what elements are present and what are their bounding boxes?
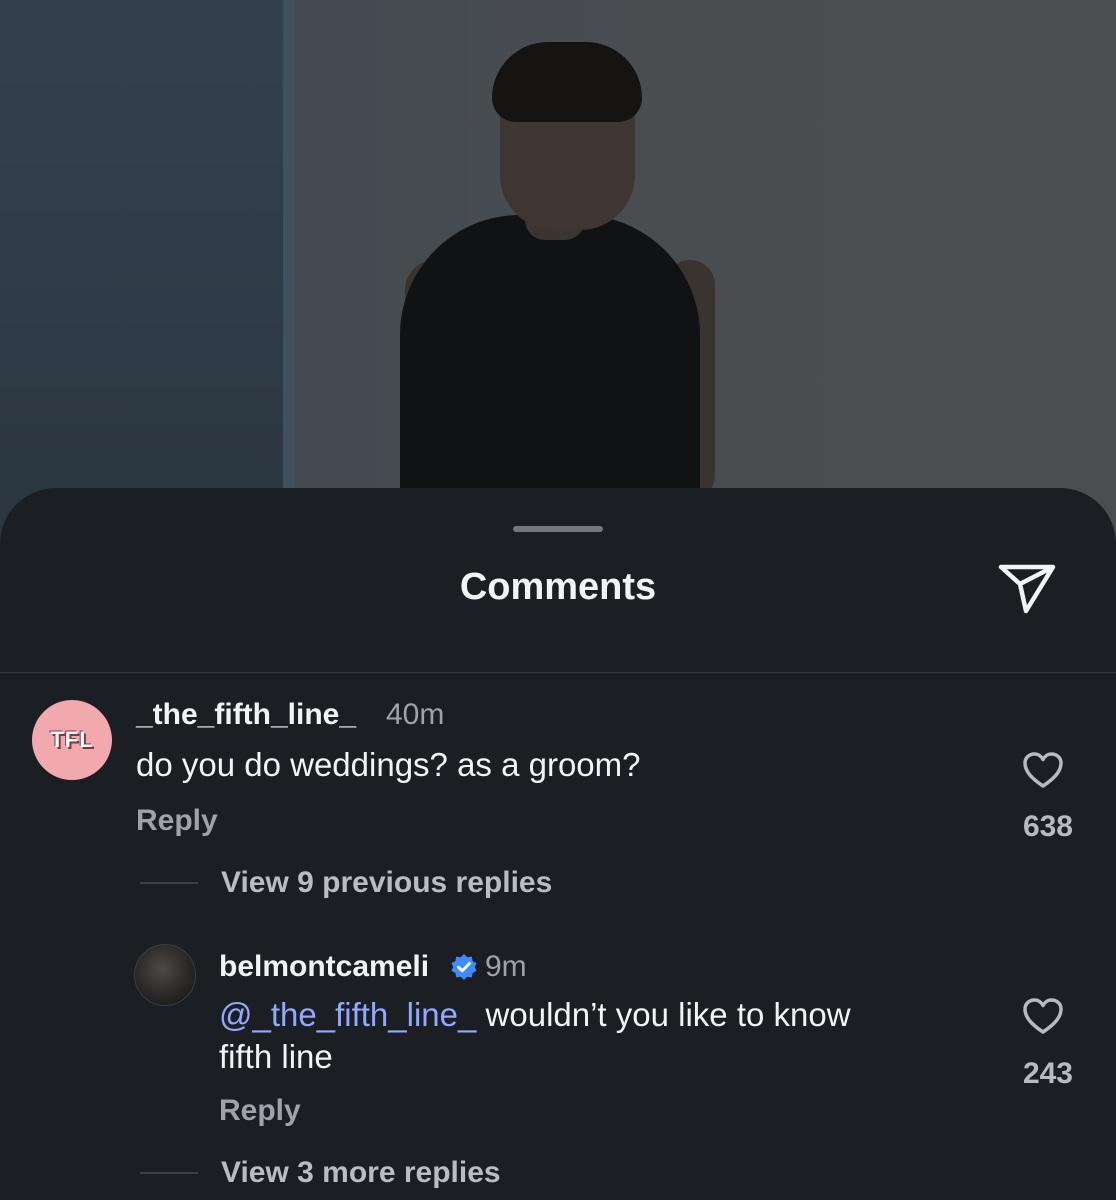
photo-person-hair bbox=[492, 42, 642, 122]
like-count: 243 bbox=[1022, 1057, 1073, 1090]
user-mention-link[interactable]: @_the_fifth_line_ bbox=[219, 996, 476, 1033]
avatar-initials: TFL bbox=[50, 727, 94, 752]
verified-badge-icon bbox=[451, 954, 477, 980]
like-count: 638 bbox=[1022, 810, 1073, 843]
reply-button[interactable]: Reply bbox=[219, 1094, 301, 1128]
reply-button[interactable]: Reply bbox=[136, 804, 218, 838]
avatar[interactable]: TFL bbox=[32, 700, 112, 780]
photo-wall-panel bbox=[0, 0, 295, 560]
comment-text: do you do weddings? as a groom? bbox=[136, 746, 641, 783]
heart-icon[interactable] bbox=[1021, 750, 1065, 790]
avatar[interactable] bbox=[134, 944, 196, 1006]
heart-icon[interactable] bbox=[1021, 996, 1065, 1036]
photo-wall-panel-edge bbox=[283, 0, 295, 560]
post-photo-background bbox=[0, 0, 1116, 560]
comments-sheet: Comments TFL _the_fifth_line_ 40m do you… bbox=[0, 488, 1116, 1200]
view-replies-button[interactable]: View 3 more replies bbox=[221, 1156, 501, 1190]
thread-line bbox=[140, 882, 198, 884]
sheet-title: Comments bbox=[459, 566, 657, 608]
comment-username[interactable]: _the_fifth_line_ bbox=[136, 698, 356, 732]
comment-text-line1: wouldn’t you like to know bbox=[476, 996, 851, 1033]
header-divider bbox=[0, 672, 1116, 673]
comment-text-line2: fifth line bbox=[219, 1038, 333, 1075]
comment-timestamp: 9m bbox=[485, 950, 527, 983]
paper-plane-icon[interactable] bbox=[996, 560, 1058, 616]
thread-line bbox=[140, 1172, 198, 1174]
sheet-drag-handle[interactable] bbox=[513, 526, 603, 532]
comment-username[interactable]: belmontcameli bbox=[219, 950, 429, 984]
view-replies-button[interactable]: View 9 previous replies bbox=[221, 866, 552, 900]
comment-timestamp: 40m bbox=[386, 698, 445, 731]
comment-text: @_the_fifth_line_ wouldn’t you like to k… bbox=[219, 994, 989, 1078]
